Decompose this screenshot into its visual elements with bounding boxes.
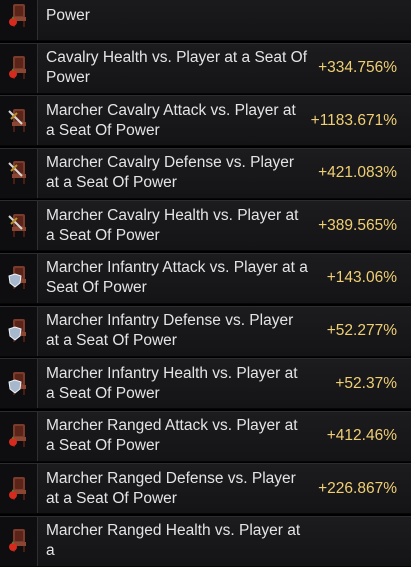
stat-row[interactable]: Marcher Infantry Defense vs. Player at a… bbox=[0, 305, 411, 357]
stat-value: +52.37% bbox=[335, 374, 397, 392]
throne-sword-icon bbox=[0, 201, 38, 251]
stat-row[interactable]: Power bbox=[0, 0, 411, 41]
throne-sword-icon bbox=[0, 148, 38, 198]
stat-value: +412.46% bbox=[326, 427, 397, 445]
throne-shield-icon bbox=[0, 253, 38, 303]
stat-label: Marcher Ranged Defense vs. Player at a S… bbox=[46, 469, 296, 507]
stat-value: +389.565% bbox=[318, 216, 397, 234]
stat-label: Marcher Cavalry Defense vs. Player at a … bbox=[46, 154, 295, 192]
stat-label: Marcher Ranged Attack vs. Player at a Se… bbox=[46, 417, 298, 455]
stat-row[interactable]: Marcher Ranged Attack vs. Player at a Se… bbox=[0, 410, 411, 462]
stat-value: +421.083% bbox=[318, 164, 397, 182]
stat-row[interactable]: Cavalry Health vs. Player at a Seat Of P… bbox=[0, 42, 411, 94]
stat-label: Power bbox=[46, 6, 90, 24]
stat-row[interactable]: Marcher Cavalry Health vs. Player at a S… bbox=[0, 200, 411, 252]
stat-value: +143.06% bbox=[326, 269, 397, 287]
stat-label: Marcher Cavalry Attack vs. Player at a S… bbox=[46, 101, 296, 139]
stat-bonus-list[interactable]: Power Cavalry Health vs. Player at a Seat… bbox=[0, 0, 411, 567]
stat-label: Cavalry Health vs. Player at a Seat Of P… bbox=[46, 49, 308, 87]
stat-row[interactable]: Marcher Ranged Defense vs. Player at a S… bbox=[0, 463, 411, 515]
throne-sword-icon bbox=[0, 96, 38, 146]
throne-apple-icon bbox=[0, 0, 38, 40]
stat-label: Marcher Ranged Health vs. Player at a bbox=[46, 522, 301, 560]
throne-apple-icon bbox=[0, 43, 38, 93]
stat-row[interactable]: Marcher Infantry Attack vs. Player at a … bbox=[0, 252, 411, 304]
stat-row[interactable]: Marcher Cavalry Defense vs. Player at a … bbox=[0, 147, 411, 199]
stat-label: Marcher Infantry Attack vs. Player at a … bbox=[46, 259, 308, 297]
stat-value: +52.277% bbox=[326, 322, 397, 340]
stat-value: +1183.671% bbox=[310, 111, 397, 129]
stat-row[interactable]: Marcher Infantry Health vs. Player at a … bbox=[0, 358, 411, 410]
throne-shield-icon bbox=[0, 359, 38, 409]
throne-apple-icon bbox=[0, 411, 38, 461]
stat-value: +334.756% bbox=[318, 59, 397, 77]
stat-label: Marcher Cavalry Health vs. Player at a S… bbox=[46, 206, 299, 244]
stat-label: Marcher Infantry Defense vs. Player at a… bbox=[46, 312, 294, 350]
throne-apple-icon bbox=[0, 464, 38, 514]
throne-apple-icon bbox=[0, 516, 38, 566]
stat-value: +226.867% bbox=[318, 479, 397, 497]
stat-row[interactable]: Marcher Cavalry Attack vs. Player at a S… bbox=[0, 95, 411, 147]
stat-row[interactable]: Marcher Ranged Health vs. Player at a bbox=[0, 515, 411, 567]
stat-label: Marcher Infantry Health vs. Player at a … bbox=[46, 364, 298, 402]
throne-shield-icon bbox=[0, 306, 38, 356]
